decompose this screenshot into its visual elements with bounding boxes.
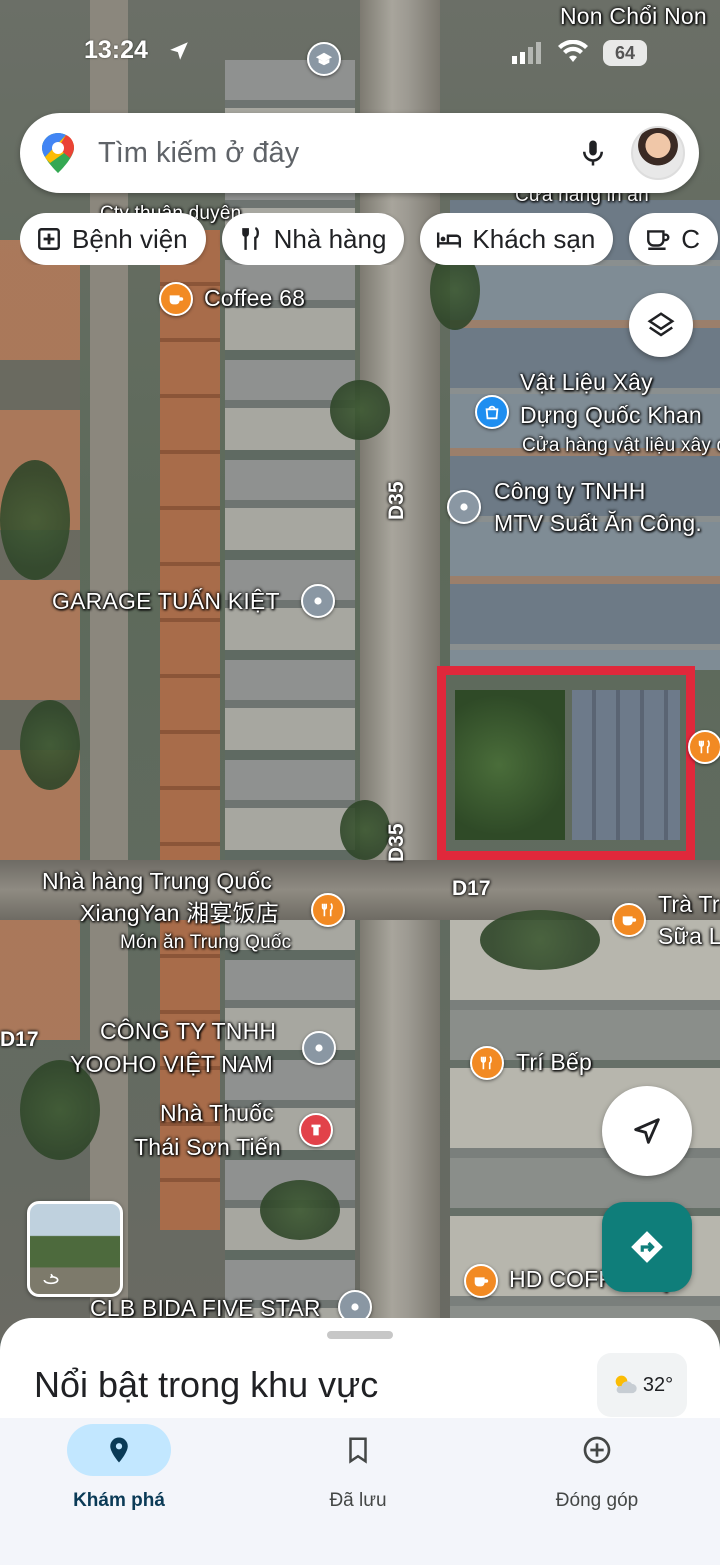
signal-icon xyxy=(512,42,541,64)
nav-label: Đã lưu xyxy=(329,1490,387,1511)
wifi-icon xyxy=(558,40,588,62)
sheet-drag-handle[interactable] xyxy=(327,1331,393,1339)
place-label-coffee-68[interactable]: Coffee 68 xyxy=(204,285,305,311)
restaurant-icon xyxy=(241,227,259,250)
map-texture xyxy=(90,0,128,1340)
voice-search-button[interactable] xyxy=(573,133,613,173)
map-texture xyxy=(480,910,600,970)
partly-cloudy-icon xyxy=(615,1375,637,1394)
chip-hotel[interactable]: Khách sạn xyxy=(420,213,614,265)
place-label-subtitle: Cửa hàng vật liệu xây d xyxy=(522,435,720,456)
search-bar[interactable] xyxy=(20,113,699,193)
navigation-arrow-icon xyxy=(634,1118,660,1144)
sheet-title: Nổi bật trong khu vực xyxy=(34,1364,379,1405)
place-label[interactable]: Công ty TNHH xyxy=(494,478,646,504)
map-texture xyxy=(340,800,390,860)
battery-indicator: 64 xyxy=(603,40,647,66)
weather-temperature: 32° xyxy=(642,1373,674,1396)
google-maps-logo-icon xyxy=(42,133,74,173)
pharmacy-pin-icon[interactable] xyxy=(299,1113,333,1147)
place-label[interactable]: Nhà Thuốc xyxy=(160,1100,274,1126)
location-pin-icon[interactable] xyxy=(302,1031,336,1065)
map-texture xyxy=(360,0,440,1340)
nav-contribute[interactable]: Đóng góp xyxy=(507,1424,687,1512)
place-label[interactable]: XiangYan 湘宴饭店 xyxy=(80,900,279,926)
place-label[interactable]: Vật Liệu Xây xyxy=(520,369,653,395)
map-texture xyxy=(160,230,220,1230)
place-label-subtitle: Món ăn Trung Quốc xyxy=(120,932,292,953)
layers-icon xyxy=(647,312,675,337)
place-label[interactable]: Sữa L xyxy=(658,923,720,949)
map-texture xyxy=(330,380,390,440)
coffee-icon xyxy=(647,230,670,250)
place-label[interactable]: Trà Tr xyxy=(658,891,720,917)
location-pin-icon xyxy=(110,1437,128,1463)
restaurant-pin-icon[interactable] xyxy=(311,893,345,927)
chip-label: C xyxy=(681,223,701,254)
road-label-d17: D17 xyxy=(452,877,491,900)
restaurant-pin-icon[interactable] xyxy=(688,730,720,764)
chip-coffee[interactable]: C xyxy=(629,213,719,265)
bookmark-icon xyxy=(349,1437,367,1464)
microphone-icon xyxy=(583,140,603,166)
hospital-icon xyxy=(38,228,60,250)
restaurant-pin-icon[interactable] xyxy=(470,1046,504,1080)
place-label[interactable]: Nhà hàng Trung Quốc xyxy=(42,868,272,894)
highlighted-plot xyxy=(437,666,695,860)
road-label-d35: D35 xyxy=(385,823,408,862)
chip-label: Nhà hàng xyxy=(273,223,387,254)
street-view-thumbnail[interactable] xyxy=(27,1201,123,1297)
nav-icon-container xyxy=(306,1424,410,1476)
hotel-icon xyxy=(437,232,462,248)
location-arrow-icon xyxy=(170,42,188,60)
map-texture xyxy=(0,460,70,580)
account-avatar[interactable] xyxy=(631,126,685,180)
status-time: 13:24 xyxy=(84,36,148,64)
road-label-d17: D17 xyxy=(0,1028,39,1051)
search-input[interactable] xyxy=(96,135,573,171)
nav-label: Đóng góp xyxy=(555,1490,639,1511)
place-label-garage[interactable]: GARAGE TUẤN KIỆT xyxy=(52,588,280,614)
place-label[interactable]: MTV Suất Ăn Công. xyxy=(494,510,702,536)
map-texture xyxy=(260,1180,340,1240)
place-label[interactable]: Thái Sơn Tiến xyxy=(134,1134,281,1160)
add-circle-icon xyxy=(583,1436,611,1464)
coffee-pin-icon[interactable] xyxy=(612,903,646,937)
school-pin-icon[interactable] xyxy=(307,42,341,76)
nav-label: Khám phá xyxy=(73,1490,165,1511)
weather-badge[interactable]: 32° xyxy=(597,1353,687,1417)
nav-icon-container xyxy=(545,1424,649,1476)
chip-label: Khách sạn xyxy=(472,223,596,254)
coffee-pin-icon[interactable] xyxy=(159,282,193,316)
map-texture xyxy=(20,700,80,790)
road-label-d35: D35 xyxy=(385,481,408,520)
place-label[interactable]: Dựng Quốc Khan xyxy=(520,402,702,428)
nav-explore[interactable]: Khám phá xyxy=(29,1424,209,1512)
directions-icon xyxy=(631,1231,663,1263)
chip-hospital[interactable]: Bệnh viện xyxy=(20,213,206,265)
chip-restaurant[interactable]: Nhà hàng xyxy=(221,213,405,265)
directions-button[interactable] xyxy=(602,1202,692,1292)
place-label[interactable]: CÔNG TY TNHH xyxy=(100,1018,276,1044)
map-texture xyxy=(0,240,80,1040)
nav-active-indicator xyxy=(67,1424,171,1476)
nav-saved[interactable]: Đã lưu xyxy=(268,1424,448,1512)
street-view-rotate-icon xyxy=(43,1273,59,1285)
place-label: Non Chổi Non xyxy=(560,3,707,29)
location-pin-icon[interactable] xyxy=(301,584,335,618)
location-pin-icon[interactable] xyxy=(447,490,481,524)
coffee-pin-icon[interactable] xyxy=(464,1264,498,1298)
place-label[interactable]: YOOHO VIỆT NAM xyxy=(70,1051,273,1077)
my-location-button[interactable] xyxy=(602,1086,692,1176)
layers-button[interactable] xyxy=(629,293,693,357)
category-chips: Bệnh viện Nhà hàng Khách sạn C xyxy=(20,213,720,265)
shopping-bag-pin-icon[interactable] xyxy=(475,395,509,429)
place-label-tri-bep[interactable]: Trí Bếp xyxy=(516,1049,592,1075)
chip-label: Bệnh viện xyxy=(72,223,188,254)
